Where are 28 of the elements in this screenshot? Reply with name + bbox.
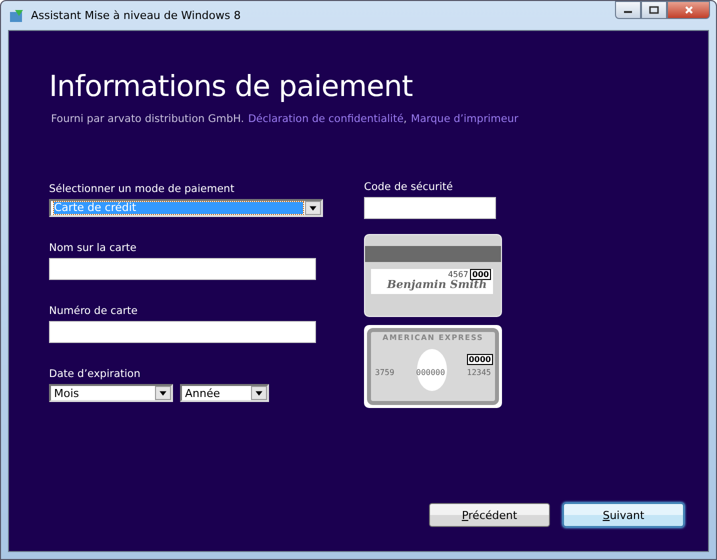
- maximize-icon: [649, 6, 659, 14]
- provider-text: Fourni par arvato distribution GmbH.: [51, 113, 244, 125]
- caret-icon: [155, 386, 171, 400]
- nav-button[interactable]: Suivant: [563, 503, 684, 527]
- page-heading: Informations de paiement: [49, 69, 414, 103]
- caret-icon: [251, 386, 267, 400]
- input-field[interactable]: [49, 258, 316, 280]
- field-label: Nom sur la carte: [49, 241, 138, 255]
- field-label: Code de sécurité: [364, 180, 454, 194]
- minimize-button[interactable]: [615, 1, 641, 19]
- input-field[interactable]: [49, 321, 316, 343]
- field-label: Sélectionner un mode de paiement: [49, 182, 236, 196]
- window-title: Assistant Mise à niveau de Windows 8: [31, 9, 241, 22]
- field-label: Numéro de carte: [49, 304, 139, 318]
- caret-icon: [305, 201, 321, 215]
- close-icon: [684, 6, 694, 14]
- month-dropdown[interactable]: Mois: [49, 384, 173, 402]
- field-label: Date d’expiration: [49, 367, 142, 381]
- separator-text: ,: [404, 113, 407, 125]
- card-back-drawing: 4567 000 Benjamin Smith: [364, 234, 502, 317]
- link[interactable]: Marque d’imprimeur: [410, 113, 518, 125]
- close-button[interactable]: [667, 1, 710, 19]
- year-dropdown[interactable]: Année: [180, 384, 269, 402]
- nav-button[interactable]: Précédent: [429, 503, 550, 527]
- app-icon: [9, 8, 25, 24]
- link[interactable]: Déclaration de confidentialité: [248, 113, 404, 125]
- maximize-button[interactable]: [641, 1, 667, 19]
- security-code-field[interactable]: [364, 197, 496, 219]
